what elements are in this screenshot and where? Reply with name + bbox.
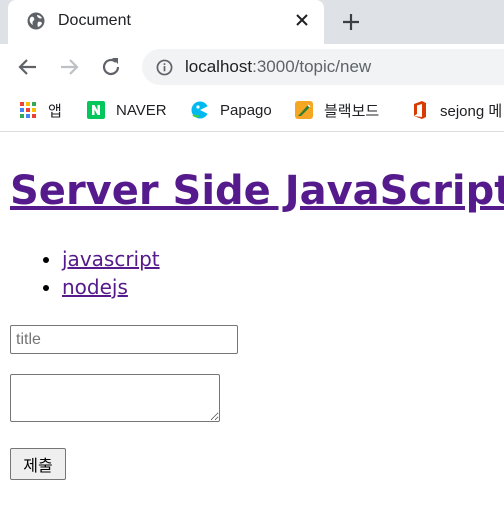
browser-toolbar: localhost:3000/topic/new <box>0 44 504 90</box>
submit-button[interactable]: 제출 <box>10 448 66 480</box>
description-textarea[interactable] <box>10 374 220 422</box>
apps-grid-icon <box>20 102 36 118</box>
bookmark-sejong[interactable]: sejong 메 <box>410 99 502 121</box>
page-content: Server Side JavaScript javascript nodejs… <box>0 133 504 518</box>
forward-arrow-icon[interactable] <box>58 56 80 78</box>
url-host: localhost <box>185 57 253 76</box>
url-text[interactable]: localhost:3000/topic/new <box>185 57 371 77</box>
bookmark-naver[interactable]: NAVER <box>86 99 167 121</box>
globe-icon <box>27 12 45 30</box>
blackboard-icon <box>295 101 313 119</box>
bookmark-label: 앱 <box>48 102 62 120</box>
topic-list: javascript nodejs <box>0 245 160 301</box>
bookmarks-bar: 앱 NAVER Papago 블랙보드 sejong 메 <box>0 90 504 132</box>
bookmark-blackboard[interactable]: 블랙보드 <box>294 99 379 121</box>
url-path: :3000/topic/new <box>252 57 372 76</box>
topic-link-javascript[interactable]: javascript <box>62 247 160 271</box>
bookmark-label: NAVER <box>116 101 167 119</box>
bookmark-label: Papago <box>220 101 272 119</box>
office-icon <box>414 101 426 119</box>
tab-title: Document <box>58 12 131 29</box>
list-item: javascript <box>62 245 160 273</box>
papago-icon <box>191 101 209 119</box>
bookmark-label: sejong 메 <box>440 102 503 120</box>
topic-link-nodejs[interactable]: nodejs <box>62 275 128 299</box>
list-item: nodejs <box>62 273 160 301</box>
title-input[interactable] <box>10 325 238 354</box>
close-icon[interactable] <box>294 12 310 28</box>
page-title: Server Side JavaScript <box>10 165 504 217</box>
info-icon[interactable] <box>156 59 173 76</box>
tab-strip: Document <box>0 0 504 44</box>
naver-icon <box>87 101 105 119</box>
home-link[interactable]: Server Side JavaScript <box>10 168 504 214</box>
address-bar[interactable]: localhost:3000/topic/new <box>142 49 504 85</box>
back-arrow-icon[interactable] <box>17 56 39 78</box>
reload-icon[interactable] <box>100 56 122 78</box>
browser-tab[interactable]: Document <box>8 0 324 44</box>
plus-icon[interactable] <box>340 11 362 33</box>
bookmark-papago[interactable]: Papago <box>190 99 272 121</box>
bookmark-apps[interactable]: 앱 <box>18 99 62 121</box>
bookmark-label: 블랙보드 <box>324 102 380 120</box>
